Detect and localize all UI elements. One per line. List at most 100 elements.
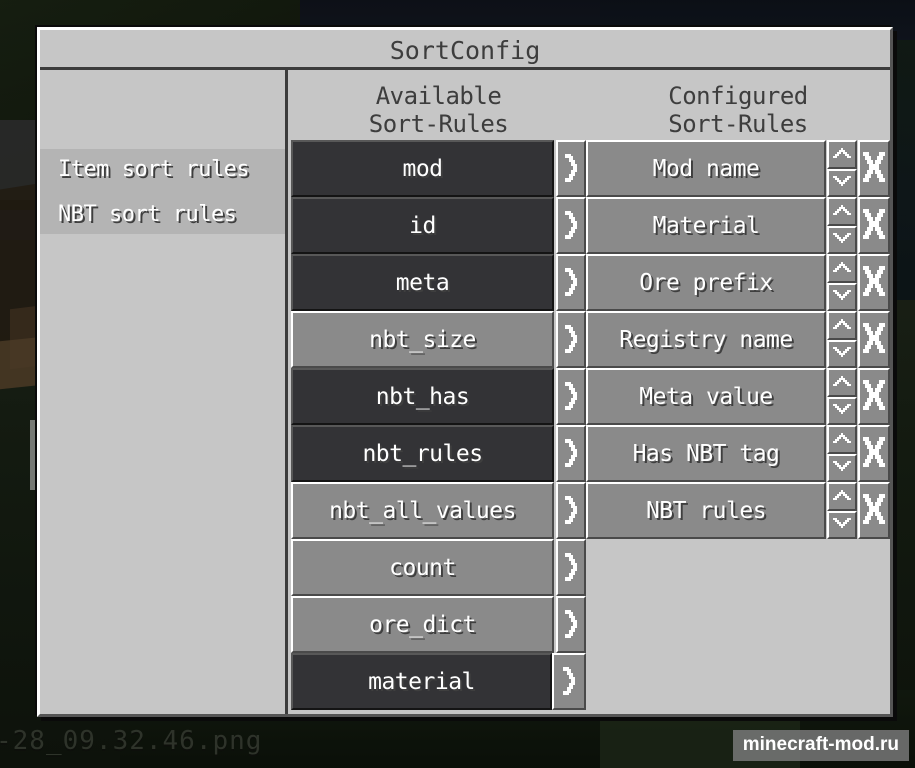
sidebar-item-nbt-sort-rules[interactable]: NBT sort rules [58, 194, 283, 236]
close-x-icon [861, 379, 887, 414]
available-rule-row: mod [291, 140, 586, 197]
move-rule-up-button[interactable] [827, 254, 857, 283]
available-rule-row: material [291, 653, 586, 710]
available-rule-label: mod [402, 155, 443, 182]
available-rule-label: id [409, 212, 436, 239]
move-rule-down-button[interactable] [827, 168, 857, 197]
window-title-bar: SortConfig [40, 30, 890, 70]
available-rule-button[interactable]: meta [291, 254, 554, 311]
move-rule-down-button[interactable] [827, 510, 857, 539]
move-rule-up-button[interactable] [827, 425, 857, 454]
remove-rule-button[interactable] [858, 482, 890, 539]
available-rule-row: meta [291, 254, 586, 311]
add-rule-button[interactable] [556, 425, 586, 482]
chevron-up-icon [831, 145, 853, 164]
configured-rules-header-line1: Configured [668, 82, 808, 110]
configured-rule-button[interactable]: Has NBT tag [586, 425, 826, 482]
configured-rules-list: Mod name Material Ore prefix Registry name M… [586, 140, 890, 539]
move-rule-down-button[interactable] [827, 396, 857, 425]
available-rule-button[interactable]: nbt_rules [291, 425, 554, 482]
configured-rule-label: Meta value [639, 383, 773, 410]
chevron-right-icon [561, 551, 581, 585]
available-rule-row: nbt_size [291, 311, 586, 368]
window-title: SortConfig [389, 36, 541, 65]
available-rule-row: count [291, 539, 586, 596]
remove-rule-button[interactable] [858, 311, 890, 368]
configured-rule-label: Material [652, 212, 760, 239]
available-rule-row: id [291, 197, 586, 254]
chevron-down-icon [831, 401, 853, 420]
chevron-down-icon [831, 173, 853, 192]
available-rules-header: Available Sort-Rules [291, 82, 586, 138]
chevron-right-icon [561, 380, 581, 414]
chevron-down-icon [831, 287, 853, 306]
move-rule-down-button[interactable] [827, 225, 857, 254]
configured-rules-header: Configured Sort-Rules [586, 82, 890, 138]
available-rule-button[interactable]: nbt_has [291, 368, 554, 425]
move-rule-down-button[interactable] [827, 282, 857, 311]
add-rule-button[interactable] [556, 254, 586, 311]
available-rule-label: nbt_rules [362, 440, 483, 467]
move-rule-up-button[interactable] [827, 482, 857, 511]
available-rule-button[interactable]: nbt_size [291, 311, 554, 368]
available-rule-button[interactable]: id [291, 197, 554, 254]
move-rule-down-button[interactable] [827, 453, 857, 482]
configured-rule-button[interactable]: Meta value [586, 368, 826, 425]
configured-rule-row: Registry name [586, 311, 890, 368]
add-rule-button[interactable] [556, 311, 586, 368]
configured-rule-button[interactable]: Ore prefix [586, 254, 826, 311]
configured-rule-button[interactable]: Material [586, 197, 826, 254]
remove-rule-button[interactable] [858, 254, 890, 311]
available-rule-button[interactable]: count [291, 539, 554, 596]
move-rule-up-button[interactable] [827, 140, 857, 169]
chevron-up-icon [831, 316, 853, 335]
add-rule-button[interactable] [556, 140, 586, 197]
available-rules-list: mod id meta nbt_size nbt_has nbt_rules nbt_all… [291, 140, 586, 710]
configured-rule-button[interactable]: NBT rules [586, 482, 826, 539]
add-rule-button[interactable] [556, 596, 586, 653]
move-rule-down-button[interactable] [827, 339, 857, 368]
configured-rule-label: Mod name [652, 155, 760, 182]
add-rule-button[interactable] [556, 539, 586, 596]
chevron-up-icon [831, 373, 853, 392]
available-rule-button[interactable]: material [291, 653, 552, 710]
available-rule-row: ore_dict [291, 596, 586, 653]
close-x-icon [861, 208, 887, 243]
chevron-right-icon [561, 323, 581, 357]
configured-rule-row: NBT rules [586, 482, 890, 539]
configured-rule-button[interactable]: Mod name [586, 140, 826, 197]
remove-rule-button[interactable] [858, 368, 890, 425]
sort-config-window: SortConfig Item sort rules NBT sort rule… [37, 27, 893, 717]
chevron-right-icon [561, 266, 581, 300]
remove-rule-button[interactable] [858, 140, 890, 197]
configured-rule-label: Ore prefix [639, 269, 773, 296]
reorder-controls [827, 197, 857, 254]
chevron-up-icon [831, 259, 853, 278]
configured-rule-row: Mod name [586, 140, 890, 197]
available-rule-label: nbt_all_values [329, 497, 516, 524]
chevron-down-icon [831, 344, 853, 363]
reorder-controls [827, 311, 857, 368]
sidebar-item-item-sort-rules[interactable]: Item sort rules [58, 149, 283, 191]
add-rule-button[interactable] [556, 482, 586, 539]
move-rule-up-button[interactable] [827, 311, 857, 340]
add-rule-button[interactable] [556, 368, 586, 425]
available-rules-header-line1: Available [375, 82, 502, 110]
available-rules-column: Available Sort-Rules mod id meta nbt_size nb… [291, 70, 586, 714]
background-filename-text: -28_09.32.46.png [0, 726, 263, 756]
add-rule-button[interactable] [552, 653, 586, 710]
available-rule-button[interactable]: nbt_all_values [291, 482, 554, 539]
chevron-up-icon [831, 487, 853, 506]
remove-rule-button[interactable] [858, 197, 890, 254]
move-rule-up-button[interactable] [827, 368, 857, 397]
chevron-down-icon [831, 230, 853, 249]
available-rule-button[interactable]: mod [291, 140, 554, 197]
available-rule-row: nbt_rules [291, 425, 586, 482]
move-rule-up-button[interactable] [827, 197, 857, 226]
remove-rule-button[interactable] [858, 425, 890, 482]
close-x-icon [861, 493, 887, 528]
available-rule-button[interactable]: ore_dict [291, 596, 554, 653]
configured-rule-row: Meta value [586, 368, 890, 425]
configured-rule-button[interactable]: Registry name [586, 311, 826, 368]
add-rule-button[interactable] [556, 197, 586, 254]
